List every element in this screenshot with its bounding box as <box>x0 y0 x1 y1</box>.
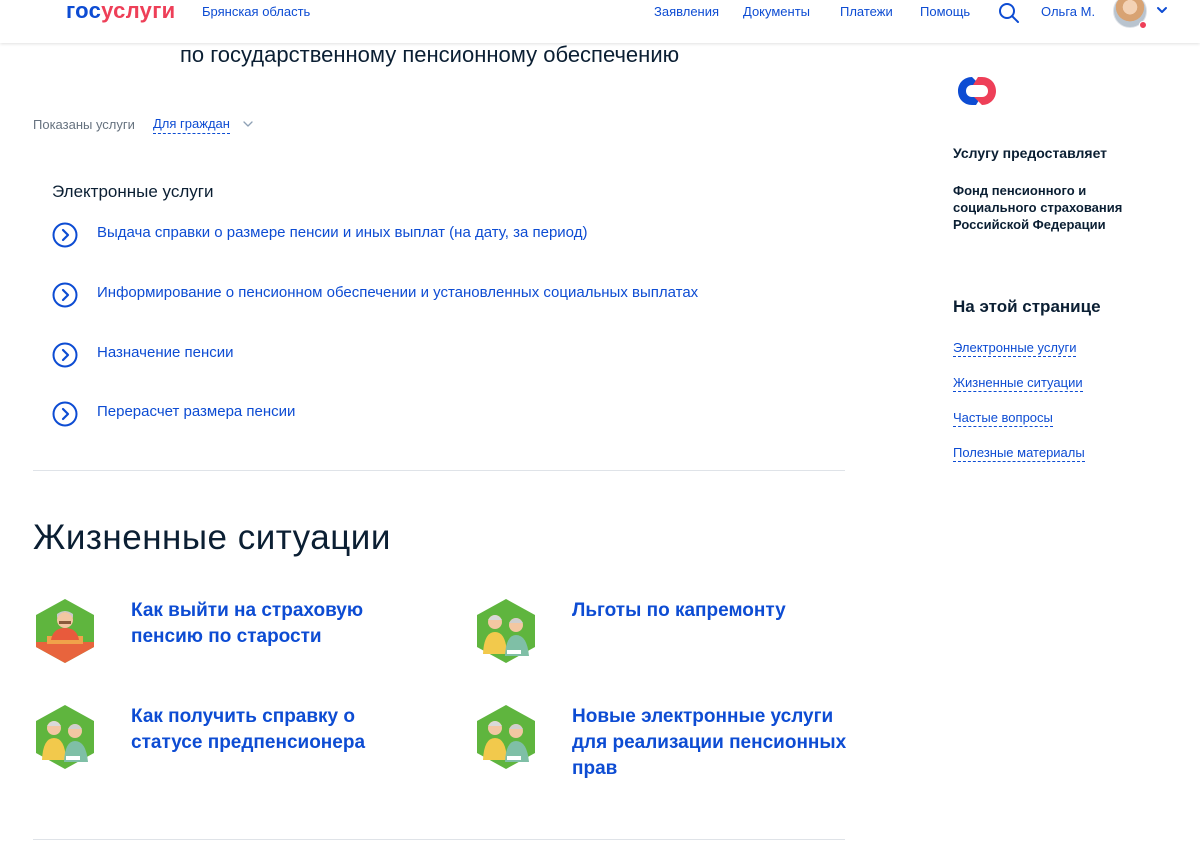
arrow-circle-icon <box>52 282 78 308</box>
chevron-down-icon[interactable] <box>1155 3 1169 17</box>
service-link[interactable]: Перерасчет размера пенсии <box>97 403 295 420</box>
search-icon[interactable] <box>998 2 1020 24</box>
service-link[interactable]: Назначение пенсии <box>97 344 234 361</box>
life-situations-title: Жизненные ситуации <box>33 518 391 557</box>
nav-help[interactable]: Помощь <box>920 4 970 19</box>
sfr-logo-icon <box>958 77 996 105</box>
nav-documents[interactable]: Документы <box>743 4 810 19</box>
notification-dot <box>1139 21 1147 29</box>
arrow-circle-icon <box>52 401 78 427</box>
service-link[interactable]: Информирование о пенсионном обеспечении … <box>97 284 698 301</box>
logo-part-uslugi: услуги <box>101 0 176 23</box>
elderly-couple-icon <box>477 705 535 769</box>
on-page-title: На этой странице <box>953 297 1101 316</box>
region-selector[interactable]: Брянская область <box>202 4 310 19</box>
anchor-life-situations[interactable]: Жизненные ситуации <box>953 375 1083 392</box>
elderly-couple-icon <box>477 599 535 663</box>
elderly-couple-icon <box>36 705 94 769</box>
provider-name: Фонд пенсионного и социального страхован… <box>953 183 1123 232</box>
user-name[interactable]: Ольга М. <box>1041 4 1095 19</box>
audience-filter[interactable]: Для граждан <box>153 116 230 134</box>
top-header: госуслуги Брянская область Заявления Док… <box>0 0 1200 43</box>
logo-part-gos: гос <box>66 0 102 23</box>
anchor-faq[interactable]: Частые вопросы <box>953 410 1053 427</box>
arrow-circle-icon <box>52 222 78 248</box>
nav-applications[interactable]: Заявления <box>654 4 719 19</box>
life-situation-link[interactable]: Новые электронные услуги для реализации … <box>572 704 852 782</box>
life-situation-link[interactable]: Льготы по капремонту <box>572 598 852 624</box>
e-services-title: Электронные услуги <box>52 182 214 201</box>
life-situation-link[interactable]: Как выйти на страховую пенсию по старост… <box>131 598 411 650</box>
provider-label: Услугу предоставляет <box>953 145 1108 161</box>
gosuslugi-logo[interactable]: госуслуги <box>66 0 176 22</box>
chevron-down-icon[interactable] <box>241 117 255 131</box>
page-title: по государственному пенсионному обеспече… <box>180 42 680 67</box>
pensioner-icon <box>36 599 94 663</box>
arrow-circle-icon <box>52 342 78 368</box>
divider <box>33 839 845 840</box>
service-link[interactable]: Выдача справки о размере пенсии и иных в… <box>97 224 587 241</box>
life-situation-link[interactable]: Как получить справку о статусе предпенси… <box>131 704 411 756</box>
divider <box>33 470 845 471</box>
nav-payments[interactable]: Платежи <box>840 4 893 19</box>
anchor-useful-materials[interactable]: Полезные материалы <box>953 445 1085 462</box>
filter-label: Показаны услуги <box>33 117 135 132</box>
anchor-e-services[interactable]: Электронные услуги <box>953 340 1077 357</box>
